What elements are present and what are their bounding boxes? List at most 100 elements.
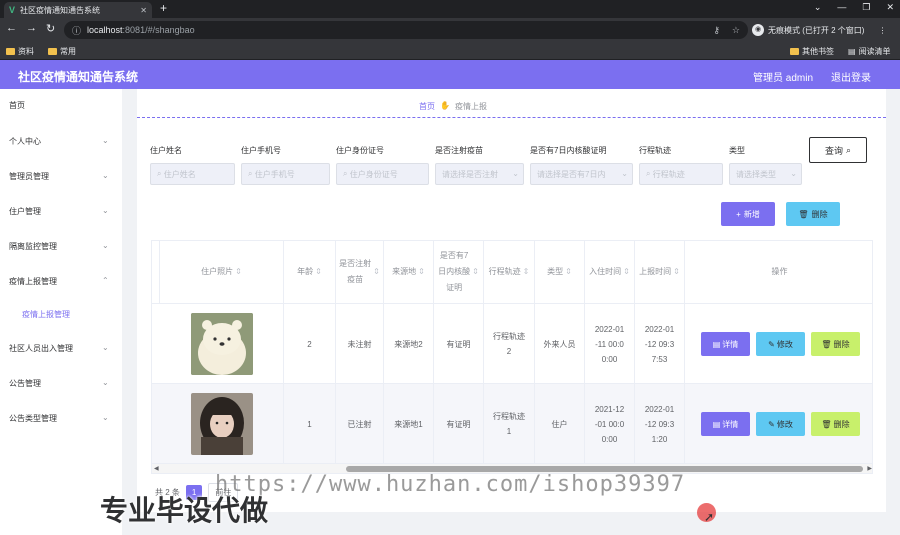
search-icon: ⌕	[157, 169, 164, 178]
sort-icon: ⇕	[623, 267, 630, 276]
trash-icon: 🗑	[821, 419, 832, 429]
menu-dots-icon[interactable]: ⋮	[878, 26, 886, 35]
url-watermark: https://www.huzhan.com/ishop39397	[215, 472, 686, 497]
forward-icon[interactable]: →	[26, 22, 37, 34]
detail-label: 详情	[722, 339, 739, 349]
proof-select[interactable]: 请选择是否有7日内 ⌄	[530, 163, 633, 185]
bookmark-folder[interactable]: 资料	[6, 46, 34, 57]
vaccine-select[interactable]: 请选择是否注射 ⌄	[435, 163, 524, 185]
star-icon[interactable]: ☆	[732, 25, 740, 36]
phone-input[interactable]: ⌕ 住户手机号	[241, 163, 330, 185]
key-icon[interactable]: ⚷	[713, 25, 720, 36]
scroll-right-icon[interactable]: ▶	[867, 465, 872, 472]
type-select[interactable]: 请选择类型 ⌄	[729, 163, 802, 185]
resident-photo-girl[interactable]	[190, 393, 253, 455]
info-icon[interactable]: ⓘ	[72, 24, 81, 37]
new-tab-icon[interactable]: +	[160, 1, 167, 15]
row-delete-button[interactable]: 🗑 删除	[811, 412, 860, 436]
header-photo[interactable]: 住户照片 ⇕	[160, 241, 284, 304]
header-report-time[interactable]: 上报时间 ⇕	[635, 241, 685, 304]
track-input[interactable]: ⌕ 行程轨迹	[639, 163, 723, 185]
row-delete-button[interactable]: 🗑 删除	[811, 332, 860, 356]
cell-photo	[160, 304, 284, 384]
dropdown-icon[interactable]: ⌄	[814, 2, 822, 13]
idcard-input[interactable]: ⌕ 住户身份证号	[336, 163, 429, 185]
browser-tab[interactable]: V 社区疫情通知通告系统 ✕	[4, 2, 152, 18]
reload-icon[interactable]: ↻	[46, 22, 55, 35]
incognito-indicator[interactable]: ◉ 无痕模式 (已打开 2 个窗口) ⋮	[752, 24, 886, 36]
placeholder: 住户身份证号	[349, 169, 398, 179]
sidebar-item-home[interactable]: 首页	[9, 100, 25, 111]
header-proof[interactable]: 是否有7 日内核酸 证明 ⇕	[434, 241, 484, 304]
batch-delete-button[interactable]: 🗑 删除	[786, 202, 840, 226]
chevron-down-icon: ⌄	[102, 171, 109, 180]
header-source[interactable]: 来源地 ⇕	[384, 241, 434, 304]
resident-photo-bear[interactable]	[190, 313, 253, 375]
query-button[interactable]: 查询 ⌕	[809, 137, 867, 163]
detail-button[interactable]: ▤ 详情	[701, 412, 750, 436]
add-button[interactable]: + 新增	[721, 202, 775, 226]
chevron-down-icon: ⌄	[790, 169, 797, 178]
sort-icon: ⇕	[522, 267, 530, 276]
top-nav: 社区疫情通知通告系统 管理员 admin 退出登录	[0, 60, 900, 89]
chevron-down-icon: ⌄	[102, 378, 109, 387]
cell-track: 行程轨迹 2	[484, 304, 535, 384]
url-bar[interactable]: ⓘ localhost :8081/#/shangbao ⚷ ☆	[64, 21, 748, 39]
sidebar-item-isolation[interactable]: 隔离监控管理	[9, 241, 57, 252]
cell-type: 住户	[535, 384, 585, 464]
data-table: 住户照片 ⇕ 年龄 ⇕ 是否注射 疫苗 ⇕ 来源地 ⇕ 是否有7 日内核酸 证明 ⇕ 行程…	[151, 240, 873, 474]
filter-label-track: 行程轨迹	[639, 146, 671, 155]
restore-icon[interactable]: ❐	[862, 2, 870, 13]
other-bookmarks[interactable]: 其他书签	[790, 46, 834, 57]
logout-link[interactable]: 退出登录	[831, 69, 871, 84]
sidebar-item-residents[interactable]: 住户管理	[9, 206, 41, 217]
search-icon: ⌕	[248, 169, 255, 178]
header-checkin-time[interactable]: 入住时间 ⇕	[585, 241, 635, 304]
reading-list[interactable]: ▤ 阅读清单	[848, 46, 891, 57]
header-type[interactable]: 类型 ⇕	[535, 241, 585, 304]
cell-age: 2	[284, 304, 336, 384]
name-input[interactable]: ⌕ 住户姓名	[150, 163, 235, 185]
sidebar-item-notices[interactable]: 公告管理	[9, 378, 41, 389]
tab-title: 社区疫情通知通告系统	[20, 5, 101, 15]
minimize-icon[interactable]: —	[837, 2, 846, 13]
mouse-cursor-icon: ➚	[704, 510, 715, 524]
cell-report-time: 2022-01 -12 09:3 7:53	[635, 304, 685, 384]
bookmark-label: 其他书签	[802, 47, 834, 56]
placeholder: 请选择是否注射	[442, 169, 498, 179]
breadcrumb-home[interactable]: 首页	[419, 101, 435, 112]
back-icon[interactable]: ←	[6, 22, 17, 34]
girl-image	[190, 393, 253, 455]
cell-type: 外来人员	[535, 304, 585, 384]
header-age[interactable]: 年龄 ⇕	[284, 241, 336, 304]
app-root: 社区疫情通知通告系统 管理员 admin 退出登录 首页 个人中心 ⌄ 管理员管…	[0, 60, 900, 535]
main-content: 首页 ✋ 疫情上报 住户姓名 ⌕ 住户姓名 住户手机号 ⌕ 住户手机号 住户身份…	[137, 89, 886, 512]
sidebar-item-access[interactable]: 社区人员出入管理	[9, 343, 73, 354]
breadcrumb-current: 疫情上报	[454, 102, 487, 111]
table-row: 1 已注射 来源地1 有证明 行程轨迹 1 住户 2021-12 -01 00:…	[152, 384, 872, 464]
scroll-left-icon[interactable]: ◀	[154, 465, 159, 472]
bookmark-folder[interactable]: 常用	[48, 46, 76, 57]
edit-icon: ✎	[768, 339, 775, 349]
add-label: 新增	[743, 209, 760, 219]
chevron-down-icon: ⌄	[512, 169, 519, 178]
sidebar-item-personal-center[interactable]: 个人中心	[9, 136, 41, 147]
folder-icon	[48, 48, 57, 55]
sidebar-item-admin[interactable]: 管理员管理	[9, 171, 49, 182]
header-vaccinated[interactable]: 是否注射 疫苗 ⇕	[336, 241, 384, 304]
filter-label-name: 住户姓名	[150, 146, 182, 155]
close-window-icon[interactable]: ✕	[886, 2, 894, 13]
detail-button[interactable]: ▤ 详情	[701, 332, 750, 356]
sort-icon: ⇕	[315, 267, 322, 276]
filter-label-proof: 是否有7日内核酸证明	[530, 146, 607, 155]
sidebar-item-epidemic-report[interactable]: 疫情上报管理	[9, 276, 57, 287]
edit-button[interactable]: ✎ 修改	[756, 332, 805, 356]
sidebar-subitem-epidemic-report[interactable]: 疫情上报管理	[22, 309, 70, 320]
cell-report-time: 2022-01 -12 09:3 1:20	[635, 384, 685, 464]
close-tab-icon[interactable]: ✕	[140, 6, 147, 15]
edit-label: 修改	[776, 339, 793, 349]
filter-label-vaccine: 是否注射疫苗	[435, 146, 483, 155]
header-track[interactable]: 行程轨迹 ⇕	[484, 241, 535, 304]
edit-button[interactable]: ✎ 修改	[756, 412, 805, 436]
sidebar-item-notice-types[interactable]: 公告类型管理	[9, 413, 57, 424]
